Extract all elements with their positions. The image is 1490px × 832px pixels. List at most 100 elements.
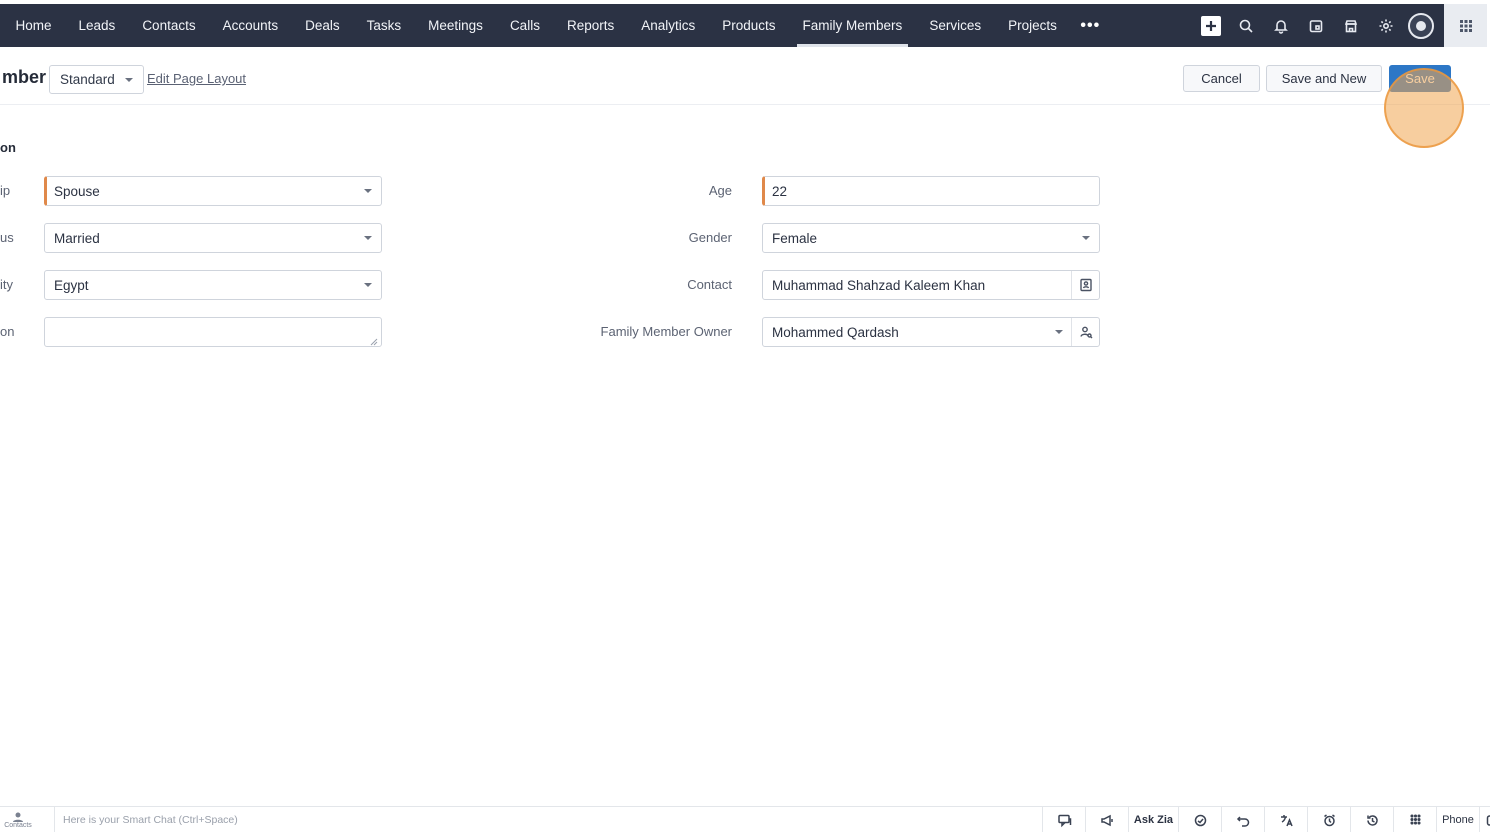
history-button[interactable] — [1350, 807, 1393, 832]
age-label: Age — [708, 183, 732, 198]
cancel-button[interactable]: Cancel — [1183, 65, 1260, 92]
smart-chat-input[interactable]: Here is your Smart Chat (Ctrl+Space) — [54, 807, 1034, 832]
search-icon — [1239, 19, 1253, 33]
gender-value: Female — [772, 230, 818, 246]
owner-value: Mohammed Qardash — [772, 324, 899, 340]
contact-lookup-button[interactable] — [1071, 271, 1099, 299]
resize-handle-icon[interactable] — [369, 334, 378, 346]
apps-grid-icon — [1459, 19, 1472, 32]
tab-products[interactable]: Products — [709, 4, 789, 47]
relationship-value: Spouse — [54, 183, 100, 199]
undo-button[interactable] — [1221, 807, 1264, 832]
chevron-down-icon[interactable] — [1055, 330, 1063, 334]
section-title: on — [0, 140, 16, 155]
feedback-button[interactable] — [1479, 807, 1490, 832]
calendar-icon — [1309, 19, 1322, 32]
tab-deals[interactable]: Deals — [292, 4, 354, 47]
edit-page-layout-link[interactable]: Edit Page Layout — [147, 71, 246, 86]
chat-button[interactable] — [1042, 807, 1085, 832]
tab-services[interactable]: Services — [916, 4, 995, 47]
marital-status-dropdown[interactable]: Married — [44, 223, 382, 253]
megaphone-icon — [1100, 814, 1113, 826]
signals-icon — [1194, 814, 1206, 826]
nationality-label: ity — [0, 277, 13, 292]
signals-button[interactable] — [1178, 807, 1221, 832]
marital-status-value: Married — [54, 230, 100, 246]
more-tabs-button[interactable]: ••• — [1070, 4, 1110, 47]
owner-label: Family Member Owner — [600, 324, 732, 339]
contact-value: Muhammad Shahzad Kaleem Khan — [772, 277, 986, 293]
tab-home[interactable]: Home — [2, 4, 65, 47]
gender-dropdown[interactable]: Female — [762, 223, 1100, 253]
tab-tasks[interactable]: Tasks — [353, 4, 415, 47]
gear-icon — [1379, 19, 1392, 32]
form-header: mber Standard Edit Page Layout Cancel Sa… — [0, 47, 1490, 148]
user-search-icon — [1079, 326, 1092, 339]
tab-contacts[interactable]: Contacts — [129, 4, 209, 47]
bottom-tools: Ask Zia Phone — [1042, 807, 1490, 832]
description-textarea[interactable] — [44, 317, 382, 347]
page-title: mber — [2, 67, 47, 87]
settings-button[interactable] — [1368, 4, 1403, 47]
tab-leads[interactable]: Leads — [65, 4, 129, 47]
history-icon — [1366, 814, 1378, 826]
relationship-dropdown[interactable]: Spouse — [44, 176, 382, 206]
phone-label: Phone — [1442, 814, 1474, 826]
marketplace-button[interactable] — [1333, 4, 1368, 47]
tab-family-members[interactable]: Family Members — [789, 4, 916, 47]
plus-icon — [1200, 15, 1221, 36]
gender-label: Gender — [688, 230, 732, 245]
chat-icon — [1057, 814, 1071, 827]
marital-status-label: us — [0, 230, 14, 245]
tab-meetings[interactable]: Meetings — [415, 4, 497, 47]
contacts-icon — [13, 812, 23, 822]
contact-label: Contact — [687, 277, 732, 292]
tab-reports[interactable]: Reports — [553, 4, 627, 47]
nationality-value: Egypt — [54, 277, 89, 293]
tab-projects[interactable]: Projects — [995, 4, 1071, 47]
translate-icon — [1280, 814, 1293, 826]
chevron-down-icon — [1082, 236, 1090, 240]
notifications-button[interactable] — [1263, 4, 1298, 47]
phone-button[interactable]: Phone — [1436, 807, 1479, 832]
age-input[interactable]: 22 — [762, 176, 1100, 206]
marketplace-icon — [1344, 19, 1357, 32]
nav-tabs: Home Leads Contacts Accounts Deals Tasks… — [0, 4, 1110, 47]
undo-icon — [1236, 815, 1249, 827]
relationship-label: ip — [0, 183, 11, 198]
dialpad-icon — [1409, 813, 1421, 825]
contacts-shortcut-label: Contacts — [4, 821, 32, 829]
contact-lookup[interactable]: Muhammad Shahzad Kaleem Khan — [762, 270, 1100, 300]
announcements-button[interactable] — [1085, 807, 1128, 832]
contact-card-icon — [1079, 278, 1092, 292]
calendar-button[interactable] — [1298, 4, 1333, 47]
chevron-down-icon — [364, 189, 372, 193]
save-and-new-button[interactable]: Save and New — [1266, 65, 1382, 92]
layout-select[interactable]: Standard — [49, 65, 144, 94]
bell-icon — [1273, 19, 1288, 34]
profile-button[interactable] — [1403, 4, 1438, 47]
page: Home Leads Contacts Accounts Deals Tasks… — [0, 0, 1490, 832]
tab-analytics[interactable]: Analytics — [628, 4, 709, 47]
owner-lookup-button[interactable] — [1071, 318, 1099, 346]
age-value: 22 — [772, 183, 788, 199]
tab-calls[interactable]: Calls — [496, 4, 553, 47]
owner-lookup[interactable]: Mohammed Qardash — [762, 317, 1100, 347]
search-button[interactable] — [1228, 4, 1263, 47]
save-button[interactable]: Save — [1389, 65, 1451, 92]
chevron-down-icon — [124, 77, 133, 82]
bottom-bar: Contacts Here is your Smart Chat (Ctrl+S… — [0, 806, 1490, 832]
dialpad-button[interactable] — [1393, 807, 1436, 832]
apps-grid-button[interactable] — [1444, 4, 1487, 47]
layout-select-value: Standard — [60, 72, 115, 87]
translate-button[interactable] — [1264, 807, 1307, 832]
tab-accounts[interactable]: Accounts — [209, 4, 292, 47]
nav-right-tools — [1193, 4, 1487, 47]
ask-zia-button[interactable]: Ask Zia — [1128, 807, 1178, 832]
top-nav: Home Leads Contacts Accounts Deals Tasks… — [0, 4, 1487, 47]
contacts-shortcut[interactable]: Contacts — [2, 809, 34, 831]
reminders-button[interactable] — [1307, 807, 1350, 832]
create-button[interactable] — [1193, 4, 1228, 47]
nationality-dropdown[interactable]: Egypt — [44, 270, 382, 300]
feedback-icon — [1486, 814, 1490, 826]
